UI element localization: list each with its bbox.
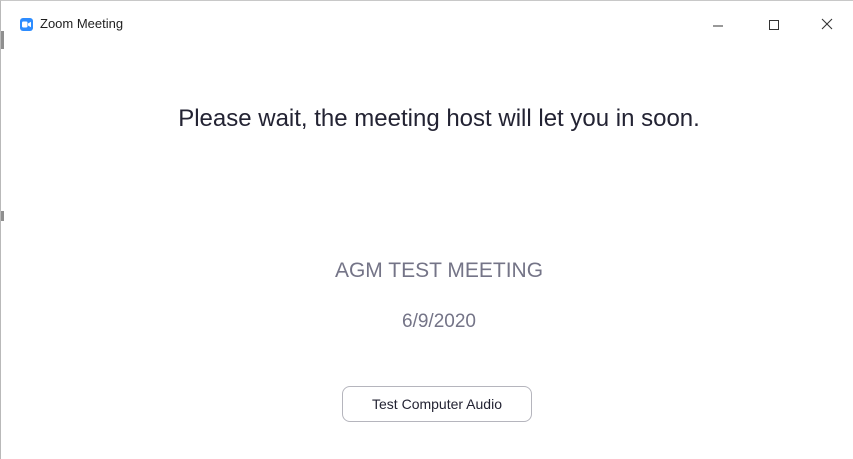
minimize-icon [713,25,723,27]
window-edge-shadow [1,31,4,49]
title-bar[interactable]: Zoom Meeting [1,1,853,47]
close-button[interactable] [803,1,853,47]
meeting-date: 6/9/2020 [402,311,476,332]
waiting-message: Please wait, the meeting host will let y… [178,105,700,132]
meeting-name: AGM TEST MEETING [334,259,544,282]
test-computer-audio-button[interactable]: Test Computer Audio [342,386,532,422]
waiting-room-panel: Please wait, the meeting host will let y… [1,47,853,459]
window-edge-shadow [1,211,4,221]
minimize-button[interactable] [691,1,747,47]
maximize-button[interactable] [747,1,803,47]
zoom-camera-icon [20,18,33,31]
maximize-icon [769,20,779,30]
close-icon [821,18,833,30]
window-title: Zoom Meeting [40,16,124,31]
zoom-meeting-window: Zoom Meeting Please wait, the meeting ho… [0,0,853,459]
